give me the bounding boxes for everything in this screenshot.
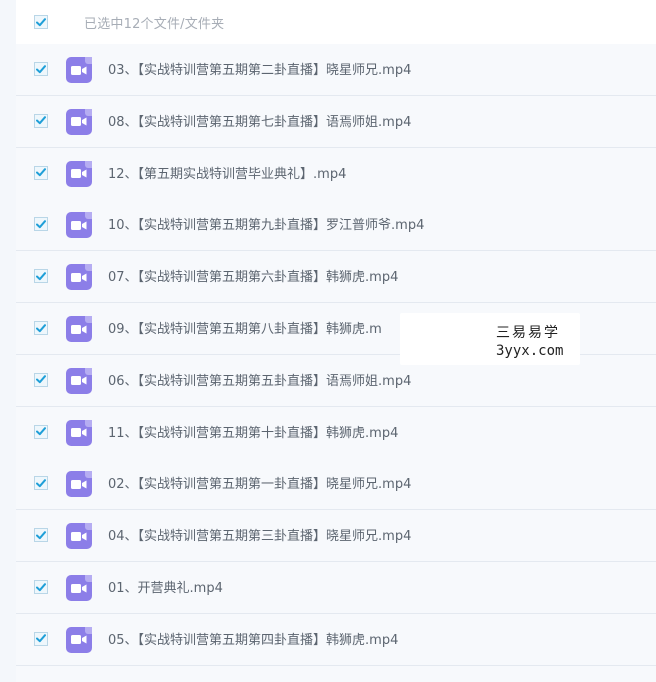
watermark-name: 三易易学: [496, 325, 560, 341]
video-file-icon: [66, 523, 92, 550]
video-file-icon: [66, 264, 92, 291]
file-name[interactable]: 12、【第五期实战特训营毕业典礼】.mp4: [108, 163, 346, 182]
file-row[interactable]: 04、【实战特训营第五期第三卦直播】晓星师兄.mp4: [16, 510, 656, 563]
video-camera-icon: [71, 583, 87, 593]
video-file-icon: [66, 575, 92, 601]
checkmark-icon: [36, 634, 46, 643]
file-name[interactable]: 08、【实战特训营第五期第七卦直播】语焉师姐.mp4: [108, 111, 411, 130]
video-file-icon: [66, 108, 92, 135]
file-name[interactable]: 10、【实战特训营第五期第九卦直播】罗江普师爷.mp4: [108, 214, 424, 233]
video-camera-icon: [71, 220, 87, 230]
file-row[interactable]: 07、【实战特训营第五期第六卦直播】韩狮虎.mp4: [16, 251, 656, 304]
video-file-icon: [66, 419, 92, 446]
video-camera-icon: [71, 324, 87, 334]
checkmark-icon: [36, 479, 46, 488]
file-checkbox[interactable]: [34, 580, 48, 594]
video-camera-icon: [71, 272, 87, 282]
watermark-url: 3yyx.com: [496, 343, 564, 359]
file-name[interactable]: 01、开营典礼.mp4: [108, 577, 223, 596]
file-name[interactable]: 07、【实战特训营第五期第六卦直播】韩狮虎.mp4: [108, 266, 398, 285]
file-checkbox[interactable]: [34, 476, 48, 491]
video-camera-icon: [71, 635, 87, 645]
checkmark-icon: [36, 271, 46, 280]
video-file-icon: [66, 367, 92, 394]
checkmark-icon: [36, 375, 46, 384]
video-camera-icon: [71, 531, 87, 541]
video-file-icon: [66, 160, 92, 187]
checkmark-icon: [36, 64, 46, 73]
file-row[interactable]: 11、【实战特训营第五期第十卦直播】韩狮虎.mp4: [16, 406, 656, 459]
file-checkbox[interactable]: [34, 372, 48, 387]
video-file-icon: [66, 471, 92, 498]
checkmark-icon: [36, 168, 46, 177]
file-row[interactable]: 01、开营典礼.mp4: [16, 562, 656, 614]
video-camera-icon: [71, 479, 87, 489]
video-camera-icon: [71, 65, 87, 75]
file-name[interactable]: 11、【实战特训营第五期第十卦直播】韩狮虎.mp4: [108, 422, 398, 441]
file-name[interactable]: 09、【实战特训营第五期第八卦直播】韩狮虎.m: [108, 318, 382, 337]
file-checkbox[interactable]: [34, 113, 48, 128]
file-row[interactable]: 03、【实战特训营第五期第二卦直播】晓星师兄.mp4: [16, 44, 656, 96]
video-file-icon: [66, 57, 92, 83]
file-name[interactable]: 05、【实战特训营第五期第四卦直播】韩狮虎.mp4: [108, 629, 398, 648]
file-checkbox[interactable]: [34, 165, 48, 180]
file-name[interactable]: 04、【实战特训营第五期第三卦直播】晓星师兄.mp4: [108, 525, 411, 544]
selection-header: 已选中12个文件/文件夹: [16, 0, 656, 45]
file-row[interactable]: 10、【实战特训营第五期第九卦直播】罗江普师爷.mp4: [16, 199, 656, 252]
file-checkbox[interactable]: [34, 424, 48, 439]
video-file-icon: [66, 316, 92, 342]
watermark: 三易易学 3yyx.com: [400, 313, 580, 365]
file-name[interactable]: 06、【实战特训营第五期第五卦直播】语焉师姐.mp4: [108, 370, 411, 389]
checkmark-icon: [36, 530, 46, 539]
video-camera-icon: [71, 428, 87, 438]
checkmark-icon: [36, 427, 46, 436]
file-checkbox[interactable]: [34, 217, 48, 232]
file-checkbox[interactable]: [34, 62, 48, 76]
select-all-checkbox[interactable]: [34, 15, 48, 29]
video-file-icon: [66, 212, 92, 239]
file-name[interactable]: 03、【实战特训营第五期第二卦直播】晓星师兄.mp4: [108, 59, 411, 78]
checkmark-icon: [36, 17, 46, 26]
checkmark-icon: [36, 116, 46, 125]
video-camera-icon: [71, 117, 87, 127]
video-camera-icon: [71, 376, 87, 386]
file-row[interactable]: 02、【实战特训营第五期第一卦直播】晓星师兄.mp4: [16, 458, 656, 511]
file-checkbox[interactable]: [34, 269, 48, 284]
file-name[interactable]: 02、【实战特训营第五期第一卦直播】晓星师兄.mp4: [108, 473, 411, 492]
selection-count-text: 已选中12个文件/文件夹: [84, 17, 225, 32]
file-row[interactable]: 05、【实战特训营第五期第四卦直播】韩狮虎.mp4: [16, 613, 656, 666]
checkmark-icon: [36, 582, 46, 591]
video-camera-icon: [71, 169, 87, 179]
file-checkbox[interactable]: [34, 321, 48, 335]
checkmark-icon: [36, 323, 46, 332]
file-checkbox[interactable]: [34, 631, 48, 646]
file-checkbox[interactable]: [34, 528, 48, 543]
file-row[interactable]: 12、【第五期实战特训营毕业典礼】.mp4: [16, 147, 656, 200]
checkmark-icon: [36, 220, 46, 229]
video-file-icon: [66, 626, 92, 653]
file-row[interactable]: 08、【实战特训营第五期第七卦直播】语焉师姐.mp4: [16, 95, 656, 148]
